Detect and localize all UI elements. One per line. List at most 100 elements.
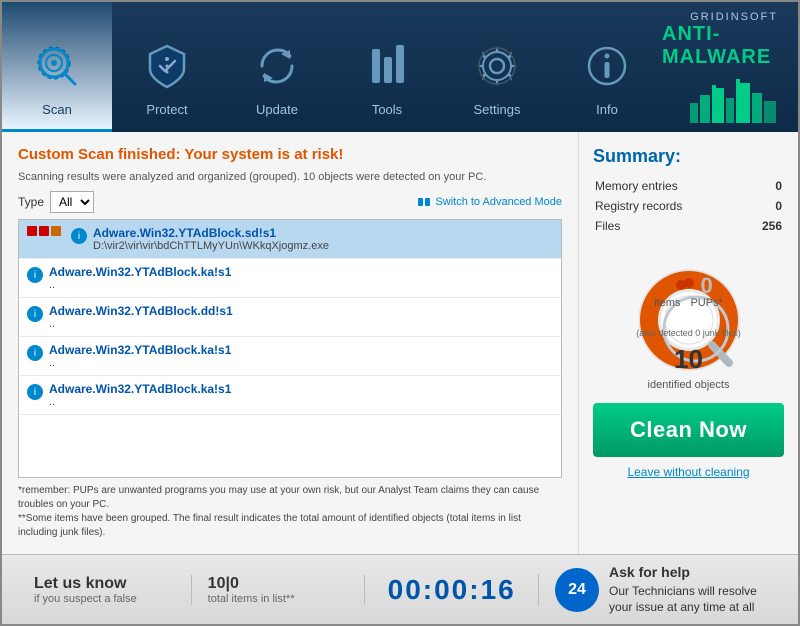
type-select[interactable]: All bbox=[50, 191, 94, 213]
result-info-icon: i bbox=[27, 267, 43, 283]
items-count: 1 bbox=[654, 275, 680, 297]
type-label: Type bbox=[18, 195, 44, 209]
footer: Let us know if you suspect a false 10|0 … bbox=[2, 554, 798, 624]
result-content: Adware.Win32.YTAdBlock.ka!s1 .. bbox=[49, 382, 553, 408]
summary-label: Files bbox=[595, 217, 745, 235]
info-icon bbox=[577, 36, 637, 96]
help-text: Ask for help Our Technicians will resolv… bbox=[609, 563, 766, 616]
result-content: Adware.Win32.YTAdBlock.ka!s1 .. bbox=[49, 343, 553, 369]
summary-row: Registry records 0 bbox=[595, 197, 782, 215]
nav-label-tools: Tools bbox=[372, 102, 402, 117]
footer-section-letusknow: Let us know if you suspect a false bbox=[18, 575, 192, 605]
result-info-icon: i bbox=[27, 306, 43, 322]
notes-section: *remember: PUPs are unwanted programs yo… bbox=[18, 484, 562, 540]
result-info-icon: i bbox=[71, 228, 87, 244]
nav-bar: Scan Protect bbox=[2, 2, 798, 132]
right-panel: Summary: Memory entries 0 Registry recor… bbox=[578, 132, 798, 554]
nav-item-protect[interactable]: Protect bbox=[112, 2, 222, 132]
switch-icon bbox=[417, 195, 431, 209]
nav-label-info: Info bbox=[596, 102, 618, 117]
leave-without-cleaning-link[interactable]: Leave without cleaning bbox=[593, 465, 784, 479]
help-sub: Our Technicians will resolve your issue … bbox=[609, 584, 757, 615]
summary-row: Files 256 bbox=[595, 217, 782, 235]
result-path: .. bbox=[49, 396, 553, 408]
identified-label: identified objects bbox=[648, 379, 730, 391]
brand-area: GRIDINSOFT ANTI-MALWARE bbox=[662, 2, 798, 132]
help-title: Ask for help bbox=[609, 564, 690, 580]
footer-timer-section: 00:00:16 bbox=[365, 574, 539, 606]
result-item[interactable]: i Adware.Win32.YTAdBlock.ka!s1 .. bbox=[19, 259, 561, 298]
scan-icon bbox=[27, 36, 87, 96]
pups-count: 0 bbox=[690, 275, 722, 297]
scan-title-static: Custom Scan finished: bbox=[18, 146, 184, 163]
summary-title: Summary: bbox=[593, 146, 784, 167]
result-item[interactable]: i Adware.Win32.YTAdBlock.ka!s1 .. bbox=[19, 376, 561, 415]
nav-item-settings[interactable]: Settings bbox=[442, 2, 552, 132]
nav-label-settings: Settings bbox=[474, 102, 521, 117]
badge-red2 bbox=[39, 226, 49, 236]
identified-area: 10 identified objects bbox=[593, 344, 784, 393]
summary-value: 256 bbox=[747, 217, 782, 235]
result-name: Adware.Win32.YTAdBlock.ka!s1 bbox=[49, 382, 553, 396]
result-item[interactable]: i Adware.Win32.YTAdBlock.dd!s1 .. bbox=[19, 298, 561, 337]
donut-chart-area: 1 items 0 PUPs* (also detected 0 junk fi… bbox=[593, 245, 784, 395]
footer-items-main: 10|0 bbox=[208, 575, 349, 593]
result-path: D:\vir2\vir\vir\bdChTTLMyYUn\WKkqXjogmz.… bbox=[93, 240, 553, 252]
brand-product: ANTI-MALWARE bbox=[662, 23, 778, 69]
footer-letusknow-main: Let us know bbox=[34, 575, 175, 593]
result-name: Adware.Win32.YTAdBlock.ka!s1 bbox=[49, 265, 553, 279]
nav-label-update: Update bbox=[256, 102, 298, 117]
note-2: **Some items have been grouped. The fina… bbox=[18, 512, 562, 540]
result-item[interactable]: i Adware.Win32.YTAdBlock.ka!s1 .. bbox=[19, 337, 561, 376]
protect-icon bbox=[137, 36, 197, 96]
summary-label: Memory entries bbox=[595, 177, 745, 195]
footer-items-sub: total items in list** bbox=[208, 593, 349, 605]
main-content: Custom Scan finished: Your system is at … bbox=[2, 132, 798, 554]
items-stat: 1 items bbox=[654, 275, 680, 309]
result-content: Adware.Win32.YTAdBlock.ka!s1 .. bbox=[49, 265, 553, 291]
result-path: .. bbox=[49, 357, 553, 369]
result-info-icon: i bbox=[27, 345, 43, 361]
badge-red bbox=[27, 226, 37, 236]
summary-value: 0 bbox=[747, 177, 782, 195]
advanced-mode-link[interactable]: Switch to Advanced Mode bbox=[417, 195, 562, 209]
footer-help-section: 24 Ask for help Our Technicians will res… bbox=[539, 563, 782, 616]
clean-now-button[interactable]: Clean Now bbox=[593, 403, 784, 457]
timer-value: 00:00:16 bbox=[388, 574, 516, 606]
footer-letusknow-sub: if you suspect a false bbox=[34, 593, 175, 605]
scan-desc: Scanning results were analyzed and organ… bbox=[18, 171, 562, 183]
help-badge: 24 bbox=[555, 568, 599, 612]
footer-section-items: 10|0 total items in list** bbox=[192, 575, 366, 605]
scan-controls: Type All Switch to Advanced Mode bbox=[18, 191, 562, 213]
nav-label-protect: Protect bbox=[146, 102, 187, 117]
result-content: Adware.Win32.YTAdBlock.dd!s1 .. bbox=[49, 304, 553, 330]
tools-icon bbox=[357, 36, 417, 96]
settings-icon bbox=[467, 36, 527, 96]
scan-title-alert: Your system is at risk! bbox=[184, 146, 343, 163]
result-item[interactable]: i Adware.Win32.YTAdBlock.sd!s1 D:\vir2\v… bbox=[19, 220, 561, 259]
nav-item-update[interactable]: Update bbox=[222, 2, 332, 132]
adv-mode-label: Switch to Advanced Mode bbox=[435, 196, 562, 208]
items-label: items bbox=[654, 297, 680, 309]
summary-row: Memory entries 0 bbox=[595, 177, 782, 195]
summary-table: Memory entries 0 Registry records 0 File… bbox=[593, 175, 784, 237]
threat-badges bbox=[27, 226, 61, 236]
badge-orange bbox=[51, 226, 61, 236]
update-icon bbox=[247, 36, 307, 96]
donut-stats: 1 items 0 PUPs* bbox=[593, 275, 784, 309]
pups-label: PUPs* bbox=[690, 297, 722, 309]
result-name: Adware.Win32.YTAdBlock.ka!s1 bbox=[49, 343, 553, 357]
nav-item-info[interactable]: Info bbox=[552, 2, 662, 132]
left-panel: Custom Scan finished: Your system is at … bbox=[2, 132, 578, 554]
nav-item-scan[interactable]: Scan bbox=[2, 2, 112, 132]
junk-note-text: (also detected 0 junk files) bbox=[636, 328, 741, 338]
result-name: Adware.Win32.YTAdBlock.dd!s1 bbox=[49, 304, 553, 318]
result-name: Adware.Win32.YTAdBlock.sd!s1 bbox=[93, 226, 553, 240]
results-list[interactable]: i Adware.Win32.YTAdBlock.sd!s1 D:\vir2\v… bbox=[18, 219, 562, 478]
result-path: .. bbox=[49, 318, 553, 330]
nav-item-tools[interactable]: Tools bbox=[332, 2, 442, 132]
scan-title: Custom Scan finished: Your system is at … bbox=[18, 146, 562, 163]
identified-count: 10 bbox=[674, 344, 703, 374]
brand-company: GRIDINSOFT bbox=[690, 11, 778, 23]
summary-label: Registry records bbox=[595, 197, 745, 215]
